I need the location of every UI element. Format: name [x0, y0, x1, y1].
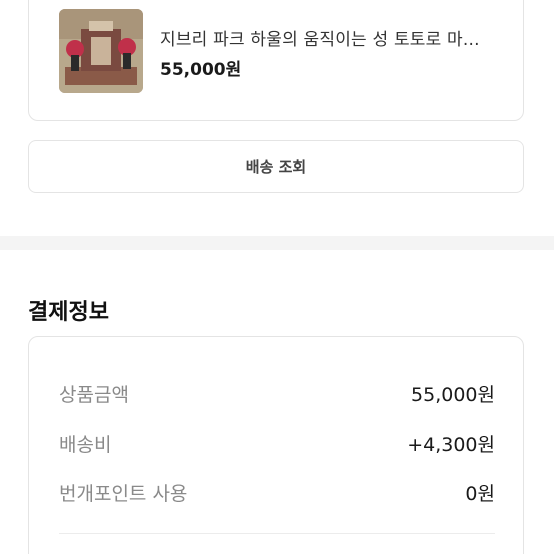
section-divider [0, 236, 554, 250]
payment-value: 55,000원 [411, 383, 495, 406]
payment-value: +4,300원 [407, 433, 495, 456]
product-thumbnail[interactable] [59, 9, 143, 93]
payment-row-product-amount: 상품금액 55,000원 [59, 379, 495, 407]
product-card[interactable]: 지브리 파크 하울의 움직이는 성 토토로 마... 55,000원 [28, 0, 524, 121]
payment-label: 배송비 [59, 433, 112, 456]
product-title[interactable]: 지브리 파크 하울의 움직이는 성 토토로 마... [160, 25, 510, 50]
payment-row-points: 번개포인트 사용 0원 [59, 478, 495, 506]
payment-label: 상품금액 [59, 383, 129, 406]
payment-value: 0원 [465, 482, 495, 505]
payment-row-shipping-fee: 배송비 +4,300원 [59, 429, 495, 457]
shipping-lookup-button[interactable]: 배송 조회 [28, 140, 524, 193]
payment-label: 번개포인트 사용 [59, 482, 188, 505]
payment-section-title: 결제정보 [28, 300, 109, 325]
payment-separator [59, 533, 495, 534]
product-price: 55,000원 [160, 60, 242, 80]
product-image [59, 9, 143, 93]
payment-card: 상품금액 55,000원 배송비 +4,300원 번개포인트 사용 0원 [28, 336, 524, 554]
order-detail-page: 지브리 파크 하울의 움직이는 성 토토로 마... 55,000원 배송 조회… [0, 0, 554, 554]
